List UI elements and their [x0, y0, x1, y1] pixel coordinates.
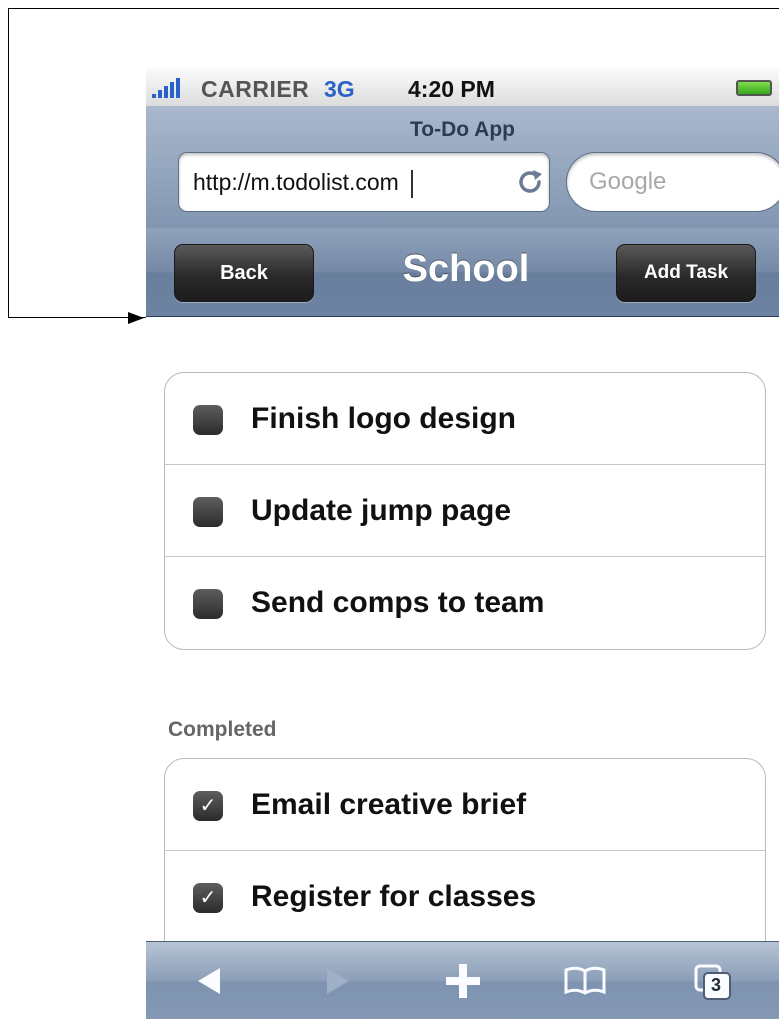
task-label: Register for classes — [251, 880, 537, 913]
reload-icon[interactable] — [513, 165, 547, 199]
task-row[interactable]: Finish logo design — [165, 373, 765, 465]
back-arrow-icon[interactable] — [186, 958, 236, 1004]
tabs-count: 3 — [711, 975, 722, 995]
phone-screen: CARRIER 3G 4:20 PM To-Do App http://m.to… — [146, 68, 779, 1019]
browser-toolbar: 3 — [146, 941, 779, 1019]
tabs-icon[interactable]: 3 — [688, 958, 738, 1004]
task-row[interactable]: ✓ Email creative brief — [165, 759, 765, 851]
page-title: School — [402, 248, 530, 290]
nav-bar: Back School Add Task — [146, 228, 779, 317]
battery-icon — [736, 80, 772, 96]
task-checkbox-checked[interactable]: ✓ — [193, 791, 223, 821]
task-label: Update jump page — [251, 494, 512, 527]
signal-strength-icon — [152, 78, 180, 98]
network-type: 3G — [324, 76, 355, 102]
checkmark-icon: ✓ — [199, 795, 217, 817]
plus-icon[interactable] — [438, 958, 488, 1004]
pending-task-list: Finish logo design Update jump page Send… — [164, 372, 766, 650]
text-cursor — [410, 169, 413, 198]
url-text: http://m.todolist.com — [193, 169, 413, 198]
checkmark-icon: ✓ — [199, 887, 217, 909]
back-button[interactable]: Back — [174, 244, 314, 302]
browser-page-title: To-Do App — [410, 118, 515, 141]
bookmarks-icon[interactable] — [560, 958, 610, 1004]
completed-section-heading: Completed — [168, 718, 277, 741]
task-checkbox[interactable] — [193, 589, 223, 619]
task-row[interactable]: Send comps to team — [165, 557, 765, 649]
url-field[interactable]: http://m.todolist.com — [178, 152, 550, 212]
status-bar: CARRIER 3G 4:20 PM — [146, 68, 779, 106]
task-label: Finish logo design — [251, 402, 516, 435]
task-checkbox-checked[interactable]: ✓ — [193, 883, 223, 913]
task-label: Send comps to team — [251, 586, 545, 619]
browser-bar: To-Do App http://m.todolist.com Google — [146, 106, 779, 230]
status-time: 4:20 PM — [408, 76, 495, 102]
forward-arrow-icon[interactable] — [311, 958, 361, 1004]
carrier-label: CARRIER — [201, 76, 310, 102]
task-row[interactable]: ✓ Register for classes — [165, 851, 765, 943]
search-placeholder: Google — [589, 168, 667, 195]
task-checkbox[interactable] — [193, 497, 223, 527]
search-input[interactable]: Google — [566, 152, 779, 212]
add-task-button[interactable]: Add Task — [616, 244, 756, 302]
task-checkbox[interactable] — [193, 405, 223, 435]
task-label: Email creative brief — [251, 788, 527, 821]
task-row[interactable]: Update jump page — [165, 465, 765, 557]
